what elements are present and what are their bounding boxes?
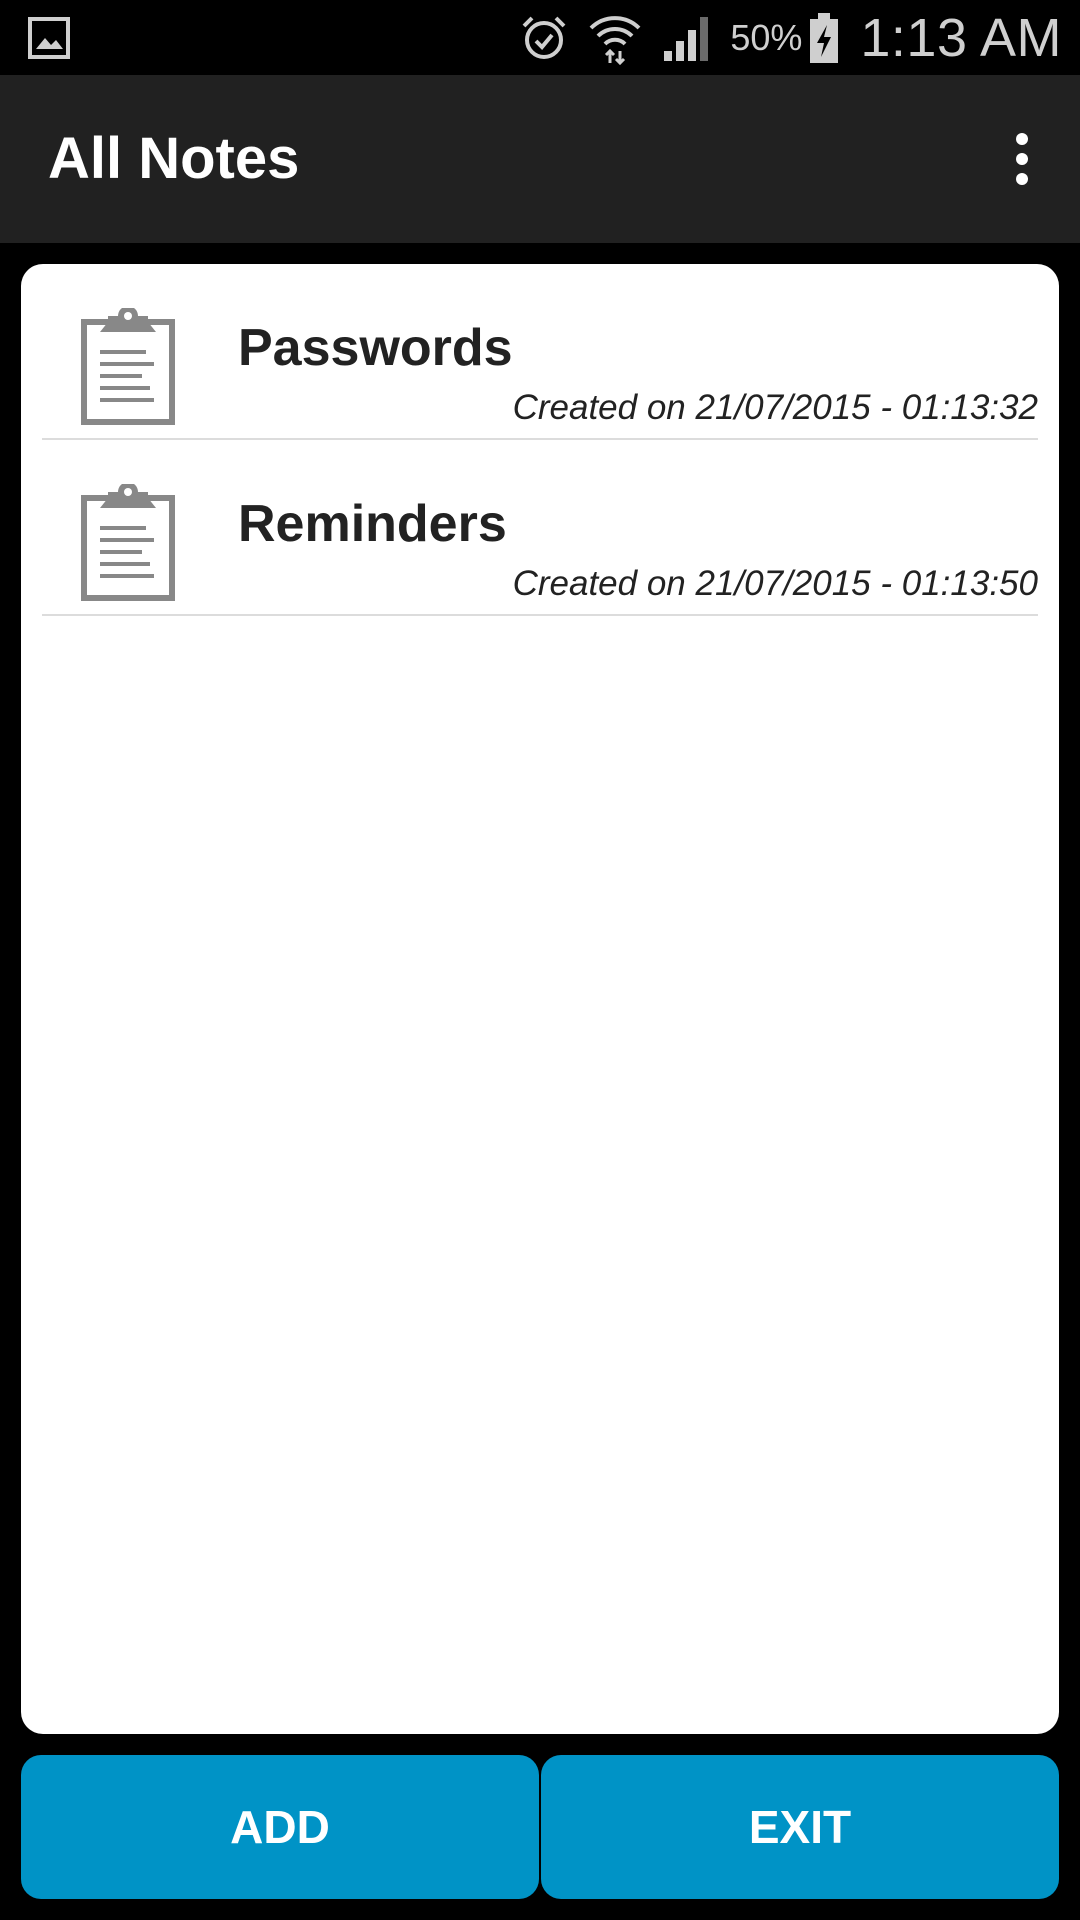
signal-icon <box>664 16 709 61</box>
alarm-icon <box>522 16 566 59</box>
notes-panel: Passwords Created on 21/07/2015 - 01:13:… <box>21 264 1059 1734</box>
add-button[interactable]: ADD <box>21 1755 539 1899</box>
more-vert-icon-dot <box>1016 153 1028 165</box>
note-title: Reminders <box>238 495 507 553</box>
status-icons: 50% 1:13 AM <box>500 0 1062 75</box>
battery-percent: 50% <box>730 16 803 58</box>
action-bar: All Notes <box>0 75 1080 243</box>
battery-charging-icon <box>810 12 839 63</box>
list-item[interactable]: Passwords Created on 21/07/2015 - 01:13:… <box>42 264 1038 440</box>
page-title: All Notes <box>48 126 300 191</box>
exit-button[interactable]: EXIT <box>541 1755 1059 1899</box>
note-title: Passwords <box>238 319 513 377</box>
note-list: Passwords Created on 21/07/2015 - 01:13:… <box>42 264 1038 616</box>
status-clock: 1:13 AM <box>860 7 1062 68</box>
list-item[interactable]: Reminders Created on 21/07/2015 - 01:13:… <box>42 440 1038 616</box>
gallery-icon <box>28 17 70 59</box>
clipboard-icon <box>81 484 175 601</box>
note-created-date: Created on 21/07/2015 - 01:13:32 <box>512 388 1038 427</box>
note-created-date: Created on 21/07/2015 - 01:13:50 <box>512 564 1038 603</box>
wifi-icon <box>589 15 641 65</box>
status-bar: 50% 1:13 AM <box>0 0 1080 75</box>
clipboard-icon <box>81 308 175 425</box>
overflow-menu-button[interactable] <box>986 119 1058 199</box>
more-vert-icon-dot <box>1016 173 1028 185</box>
more-vert-icon <box>1016 133 1028 145</box>
